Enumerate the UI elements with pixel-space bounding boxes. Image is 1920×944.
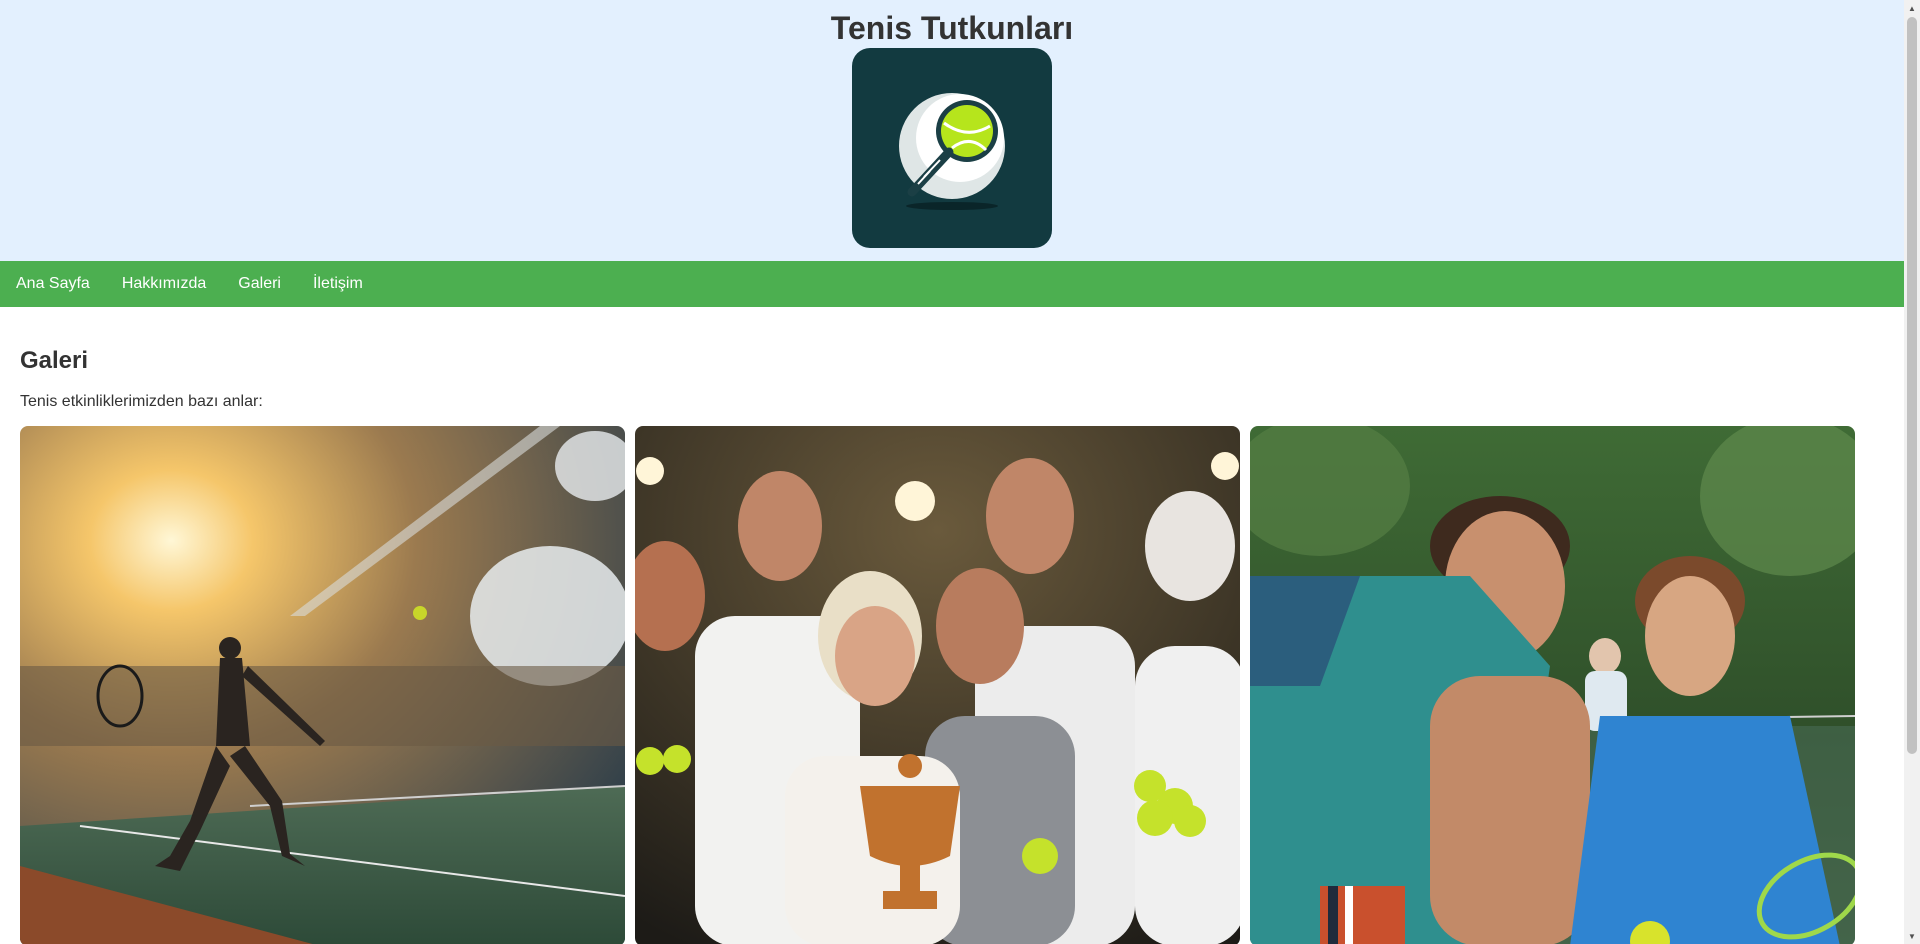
gallery-image-coach-teaching-boy[interactable] [1250, 426, 1855, 944]
site-logo[interactable] [852, 48, 1052, 248]
main-content: Galeri Tenis etkinliklerimizden bazı anl… [0, 307, 1904, 944]
scroll-down-arrow-icon[interactable]: ▼ [1904, 928, 1920, 944]
nav-item-galeri[interactable]: Galeri [238, 275, 281, 293]
gallery-title: Galeri [20, 347, 89, 374]
tennis-player-serving-image [20, 426, 625, 944]
group-with-trophy-image [635, 426, 1240, 944]
gallery-grid [20, 426, 1884, 944]
viewport: Tenis Tutkunları Ana Sayfa Hakkımızda Ga… [0, 0, 1920, 944]
main-nav: Ana Sayfa Hakkımızda Galeri İletişim [0, 261, 1904, 307]
gallery-description: Tenis etkinliklerimizden bazı anlar: [20, 393, 263, 410]
scroll-up-arrow-icon[interactable]: ▲ [1904, 0, 1920, 16]
scrollbar-thumb[interactable] [1907, 17, 1917, 754]
gallery-image-tennis-player-serving[interactable] [20, 426, 625, 944]
gallery-image-group-with-trophy[interactable] [635, 426, 1240, 944]
site-title: Tenis Tutkunları [830, 10, 1074, 46]
tennis-racket-ball-icon [899, 93, 1005, 210]
nav-item-ana-sayfa[interactable]: Ana Sayfa [16, 275, 90, 293]
site-header: Tenis Tutkunları [0, 0, 1904, 261]
nav-item-hakkimizda[interactable]: Hakkımızda [122, 275, 206, 293]
coach-teaching-boy-image [1250, 426, 1855, 944]
page: Tenis Tutkunları Ana Sayfa Hakkımızda Ga… [0, 0, 1904, 944]
nav-item-iletisim[interactable]: İletişim [313, 275, 363, 293]
page-scrollbar[interactable]: ▲ ▼ [1904, 0, 1920, 944]
